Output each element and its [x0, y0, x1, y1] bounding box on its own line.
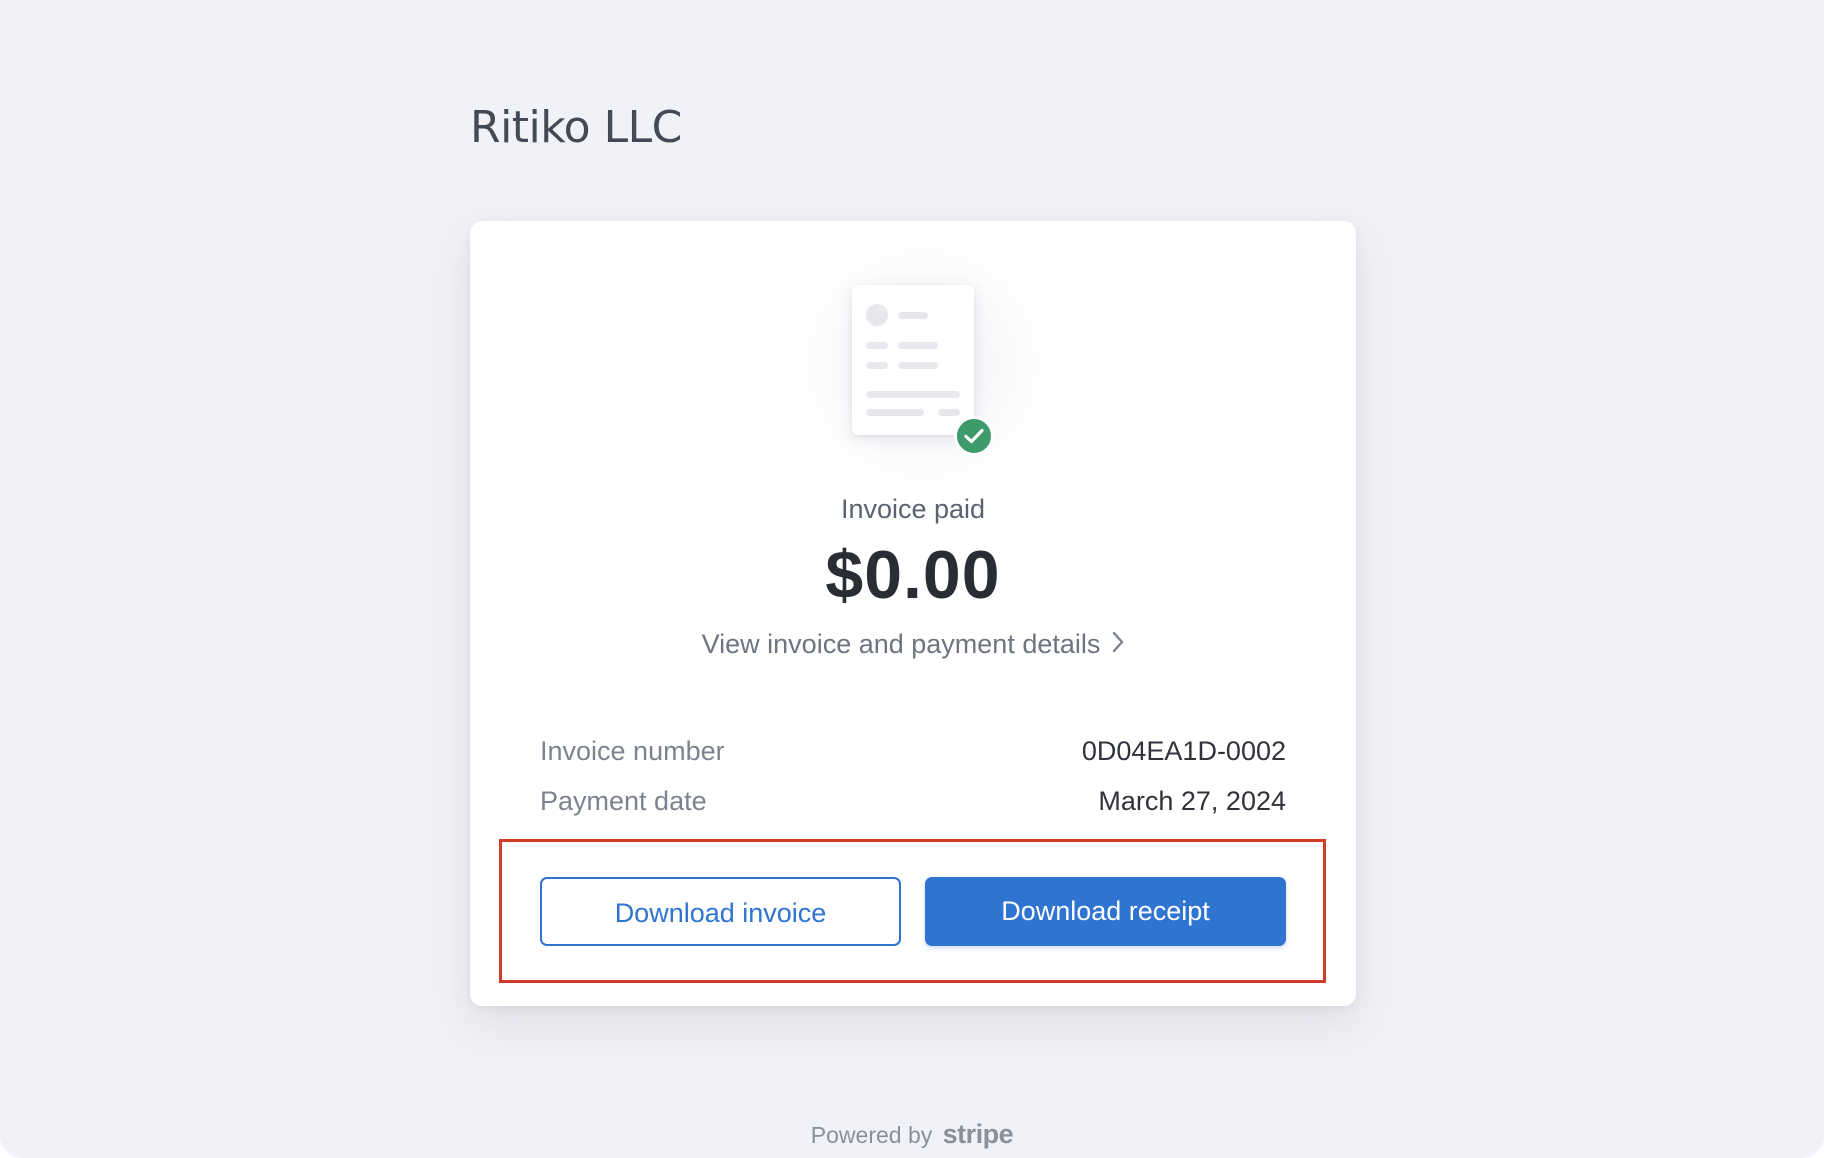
invoice-card: Invoice paid $0.00 View invoice and paym…	[470, 221, 1356, 1006]
powered-by-text: Powered by	[810, 1122, 933, 1148]
payment-date-row: Payment date March 27, 2024	[540, 783, 1286, 819]
powered-by-footer[interactable]: Powered by stripe	[0, 1118, 1824, 1151]
invoice-amount: $0.00	[825, 537, 1001, 613]
payment-date-label: Payment date	[540, 786, 707, 816]
stripe-logo: stripe	[942, 1119, 1014, 1149]
invoice-number-label: Invoice number	[540, 736, 725, 766]
view-details-label: View invoice and payment details	[701, 629, 1101, 659]
invoice-document-icon	[852, 285, 974, 435]
check-circle-icon	[954, 416, 994, 456]
invoice-number-row: Invoice number 0D04EA1D-0002	[540, 733, 1286, 769]
merchant-name: Ritiko LLC	[470, 102, 682, 153]
view-details-link[interactable]: View invoice and payment details	[470, 626, 1356, 662]
chevron-right-icon	[1112, 626, 1124, 662]
download-receipt-button[interactable]: Download receipt	[925, 877, 1286, 946]
payment-date-value: March 27, 2024	[1098, 786, 1286, 816]
invoice-status: Invoice paid	[840, 494, 986, 524]
invoice-number-value: 0D04EA1D-0002	[1081, 736, 1286, 766]
invoice-page: Ritiko LLC Invoice paid $0.00 View invoi…	[0, 0, 1824, 1158]
download-invoice-button[interactable]: Download invoice	[540, 877, 901, 946]
